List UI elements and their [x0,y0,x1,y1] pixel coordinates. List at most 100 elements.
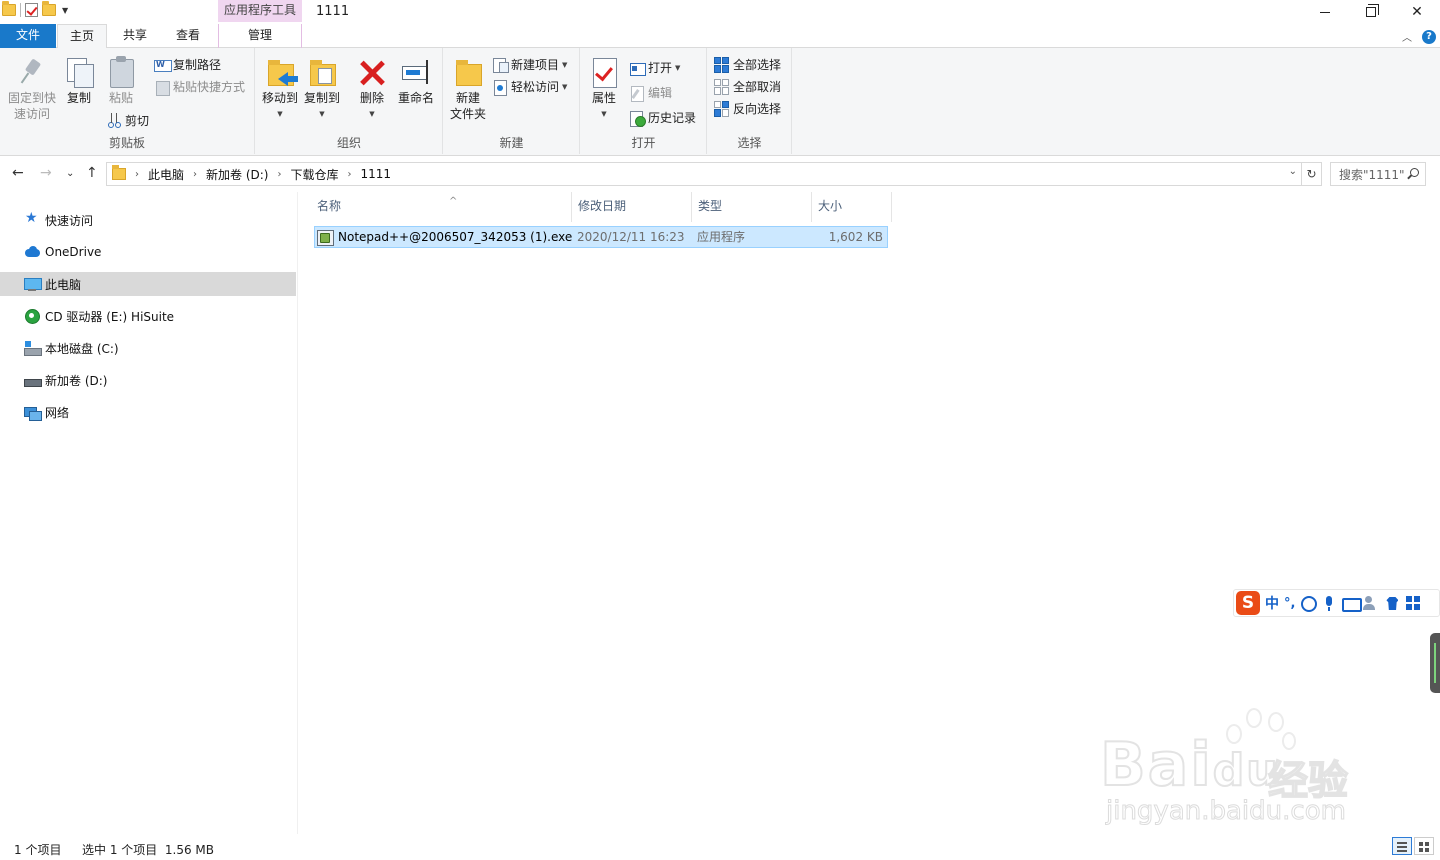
help-icon[interactable]: ? [1422,29,1436,44]
open-dropdown-icon: ▼ [675,63,681,72]
up-arrow-icon[interactable]: ↑ [86,165,98,181]
large-icons-view-button[interactable] [1414,837,1434,855]
recent-locations-chevron-down-icon[interactable]: ⌄ [66,168,74,179]
breadcrumb-drive-d[interactable]: 新加卷 (D:) [206,166,268,183]
restore-button[interactable] [1348,0,1394,24]
new-item-button[interactable]: 新建项目 ▼ [492,56,567,73]
nav-item-local-disk-c[interactable]: 本地磁盘 (C:) [0,336,296,360]
group-open: 属性 ▼ 打开 ▼ 编辑 历史记录 打开 [581,48,707,154]
edit-label: 编辑 [648,86,673,100]
copy-to-button[interactable]: 复制到 ▼ [302,52,342,122]
properties-button[interactable]: 属性 ▼ [587,52,621,122]
user-icon[interactable] [1363,595,1379,611]
group-label-clipboard: 剪贴板 [108,136,145,150]
new-folder-button[interactable]: 新建 文件夹 [446,52,490,122]
side-panel-handle[interactable] [1430,633,1440,693]
search-input[interactable]: 搜索"1111" [1330,162,1426,186]
breadcrumb-chevron-icon[interactable]: › [193,169,197,180]
tab-view[interactable]: 查看 [163,24,213,48]
quick-access-toolbar: ▼ [2,1,68,17]
properties-qat-icon[interactable] [25,3,38,17]
keyboard-icon[interactable] [1342,595,1363,612]
breadcrumb-chevron-icon[interactable]: › [277,169,281,180]
nav-item-volume-d[interactable]: 新加卷 (D:) [0,368,296,392]
sogou-logo-icon[interactable]: S [1236,591,1260,615]
open-button[interactable]: 打开 ▼ [629,59,680,76]
breadcrumb-chevron-icon[interactable]: › [348,169,352,180]
copy-icon [63,56,95,88]
file-date: 2020/12/11 16:23 [577,230,685,244]
nav-item-quick-access[interactable]: 快速访问 [0,208,296,232]
tab-file[interactable]: 文件 [0,24,56,48]
easy-access-button[interactable]: 轻松访问 ▼ [492,78,567,96]
delete-dropdown-icon: ▼ [369,110,375,118]
ime-language-toggle[interactable]: 中 [1265,593,1279,613]
ime-punctuation-toggle[interactable]: °, [1284,596,1295,611]
tab-share[interactable]: 共享 [110,24,160,48]
nav-item-onedrive[interactable]: OneDrive [0,240,296,264]
breadcrumb-current-folder[interactable]: 1111 [361,167,392,181]
customize-qat-chevron-down-icon[interactable]: ▼ [62,6,68,15]
star-icon [24,210,40,228]
properties-icon [588,56,620,88]
column-header-type[interactable]: 类型 [692,192,812,222]
table-row[interactable]: Notepad++@2006507_342053 (1).exe 2020/12… [314,226,888,248]
refresh-button[interactable]: ↻ [1302,162,1322,186]
pin-to-quick-access-button[interactable]: 固定到快 速访问 [4,52,60,122]
move-to-button[interactable]: 移动到 ▼ [260,52,300,122]
column-header-name[interactable]: 名称 ^ [311,192,572,222]
invert-selection-button[interactable]: 反向选择 [714,100,781,117]
minimize-button[interactable] [1302,0,1348,24]
nav-item-network[interactable]: 网络 [0,400,296,424]
copy-button[interactable]: 复制 [62,52,96,106]
history-button[interactable]: 历史记录 [629,109,696,127]
cut-button[interactable]: 剪切 [106,112,149,129]
column-header-date[interactable]: 修改日期 [572,192,692,222]
nav-item-this-pc[interactable]: 此电脑 [0,272,296,296]
navigation-pane: 快速访问 OneDrive 此电脑 CD 驱动器 (E:) HiSuite 本地… [0,192,298,834]
delete-button[interactable]: 删除 ▼ [356,52,388,122]
cut-label: 剪切 [125,114,150,128]
forward-arrow-icon[interactable]: → [40,165,52,181]
select-none-icon [714,78,730,95]
copy-to-icon [306,56,338,88]
edit-button[interactable]: 编辑 [629,84,673,102]
cloud-icon [24,244,40,260]
skin-icon[interactable] [1384,595,1400,611]
collapse-ribbon-chevron-up-icon[interactable]: ︿ [1402,29,1412,44]
navigation-bar: ← → ⌄ ↑ › 此电脑 › 新加卷 (D:) › 下载仓库 › 1111 ⌄… [0,157,1440,191]
context-tab-header: 应用程序工具 [218,0,302,22]
paste-shortcut-label: 粘贴快捷方式 [173,80,246,94]
breadcrumb-this-pc[interactable]: 此电脑 [148,166,184,183]
paste-shortcut-button[interactable]: 粘贴快捷方式 [154,78,246,96]
emoji-icon[interactable] [1300,595,1318,612]
select-none-button[interactable]: 全部取消 [714,78,781,95]
breadcrumb-chevron-icon[interactable]: › [135,169,139,180]
address-history-chevron-down-icon[interactable]: ⌄ [1289,166,1297,177]
column-header-size[interactable]: 大小 [812,192,892,222]
close-button[interactable]: ✕ [1394,0,1440,24]
select-all-button[interactable]: 全部选择 [714,56,781,73]
back-arrow-icon[interactable]: ← [12,165,24,181]
breadcrumb-download-repo[interactable]: 下载仓库 [290,166,338,183]
copy-path-button[interactable]: 复制路径 [154,56,221,73]
rename-button[interactable]: 重命名 [394,52,438,106]
tab-manage[interactable]: 管理 [218,24,302,48]
new-folder-qat-icon[interactable] [42,1,56,16]
microphone-icon[interactable] [1321,595,1337,611]
nav-item-label: 此电脑 [45,277,82,292]
pin-icon [16,56,48,88]
copy-to-label: 复制到 [303,91,340,105]
address-bar[interactable]: › 此电脑 › 新加卷 (D:) › 下载仓库 › 1111 ⌄ [106,162,1302,186]
rename-icon [400,56,432,88]
tab-home[interactable]: 主页 [57,24,107,49]
toolbox-grid-icon[interactable] [1405,595,1421,611]
nav-item-cd-drive[interactable]: CD 驱动器 (E:) HiSuite [0,304,296,328]
details-view-button[interactable] [1392,837,1412,855]
invert-selection-label: 反向选择 [733,102,782,116]
search-icon [1410,168,1419,177]
paste-button[interactable]: 粘贴 [104,52,138,106]
new-folder-label-line1: 新建 [455,91,480,105]
selection-info: 选中 1 个项目 1.56 MB [82,843,215,857]
group-new: 新建 文件夹 新建项目 ▼ 轻松访问 ▼ 新建 [444,48,580,154]
